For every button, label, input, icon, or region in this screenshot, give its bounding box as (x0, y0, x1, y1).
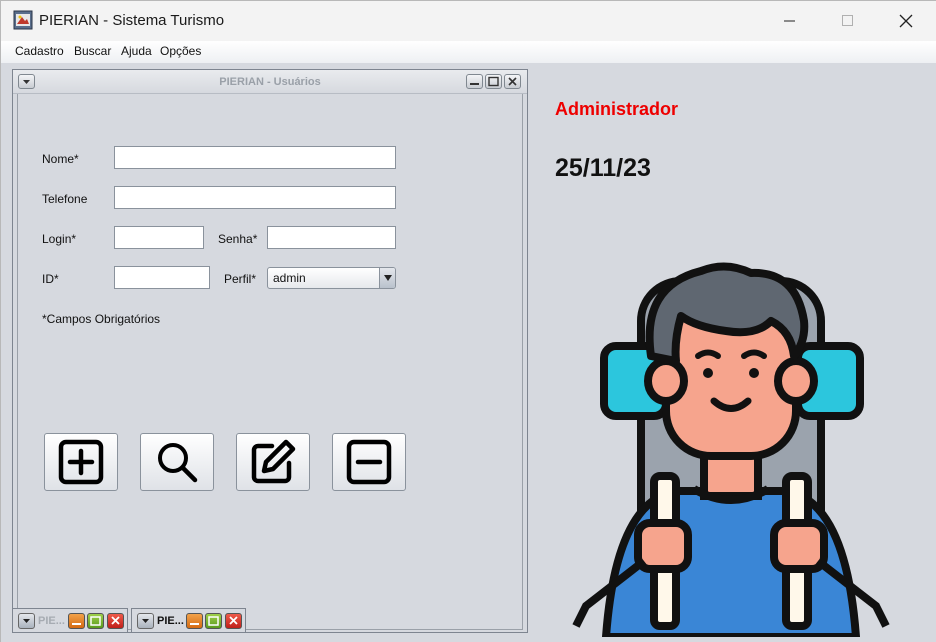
app-icon (13, 10, 33, 30)
search-icon (158, 443, 198, 483)
minimized-frame-title: PIE... (38, 615, 65, 627)
add-icon (58, 439, 104, 485)
remove-icon (346, 439, 392, 485)
minimize-icon (190, 623, 199, 625)
close-icon (229, 616, 238, 625)
frame-maximize-button[interactable] (205, 613, 222, 629)
chevron-down-icon (142, 619, 149, 623)
telefone-input[interactable] (114, 186, 396, 209)
required-fields-note: *Campos Obrigatórios (42, 312, 161, 326)
maximize-icon (842, 15, 853, 26)
frame-menu-button[interactable] (18, 613, 35, 629)
date-label: 25/11/23 (555, 154, 651, 182)
maximize-icon (208, 616, 219, 626)
main-window: PIERIAN - Sistema Turismo Cadastro Busca… (0, 0, 936, 642)
title-bar: PIERIAN - Sistema Turismo (1, 1, 936, 41)
logged-user-label: Administrador (555, 99, 679, 119)
close-icon (899, 14, 913, 28)
perfil-select[interactable]: admin (267, 267, 396, 289)
window-title: PIERIAN - Sistema Turismo (39, 12, 225, 29)
maximize-icon (90, 616, 101, 626)
close-icon (508, 77, 517, 86)
perfil-label: Perfil* (224, 272, 257, 286)
edit-icon (251, 439, 296, 484)
perfil-selected-value: admin (273, 271, 306, 285)
minimize-icon (470, 83, 479, 85)
telefone-label: Telefone (42, 192, 88, 206)
frame-maximize-button[interactable] (87, 613, 104, 629)
nome-input[interactable] (114, 146, 396, 169)
close-icon (111, 616, 120, 625)
minimized-frame-2[interactable]: PIE... (131, 608, 246, 633)
minimized-frame-1[interactable]: PIE... (12, 608, 128, 633)
frame-minimize-button[interactable] (466, 74, 483, 89)
minimize-icon (72, 623, 81, 625)
menu-buscar[interactable]: Buscar (74, 44, 111, 58)
maximize-icon (488, 76, 499, 87)
edit-user-button[interactable] (236, 433, 310, 491)
frame-close-button[interactable] (504, 74, 521, 89)
internal-frame-title: PIERIAN - Usuários (219, 76, 321, 88)
senha-label: Senha* (218, 232, 258, 246)
close-button[interactable] (877, 1, 935, 41)
id-label: ID* (42, 272, 59, 286)
menu-ajuda[interactable]: Ajuda (121, 44, 152, 58)
internal-frame-content (17, 94, 523, 630)
maximize-button[interactable] (819, 1, 877, 41)
dropdown-arrow-icon[interactable] (379, 268, 395, 288)
frame-minimize-button[interactable] (68, 613, 85, 629)
frame-minimize-button[interactable] (186, 613, 203, 629)
remove-user-button[interactable] (332, 433, 406, 491)
login-label: Login* (42, 232, 77, 246)
senha-input[interactable] (267, 226, 396, 249)
frame-close-button[interactable] (107, 613, 124, 629)
minimize-icon (784, 20, 795, 22)
frame-menu-button[interactable] (137, 613, 154, 629)
menu-opcoes[interactable]: Opções (160, 44, 201, 58)
frame-close-button[interactable] (225, 613, 242, 629)
frame-maximize-button[interactable] (485, 74, 502, 89)
minimized-frame-title: PIE... (157, 615, 184, 627)
id-input[interactable] (114, 266, 210, 289)
internal-frame-title-bar[interactable]: PIERIAN - Usuários (13, 70, 527, 94)
search-user-button[interactable] (140, 433, 214, 491)
minimize-button[interactable] (761, 1, 819, 41)
traveler-illustration (572, 262, 890, 637)
chevron-down-icon (23, 619, 30, 623)
menu-bar: Cadastro Buscar Ajuda Opções (1, 41, 936, 63)
menu-cadastro[interactable]: Cadastro (15, 44, 64, 58)
nome-label: Nome* (42, 152, 79, 166)
add-user-button[interactable] (44, 433, 118, 491)
login-input[interactable] (114, 226, 204, 249)
